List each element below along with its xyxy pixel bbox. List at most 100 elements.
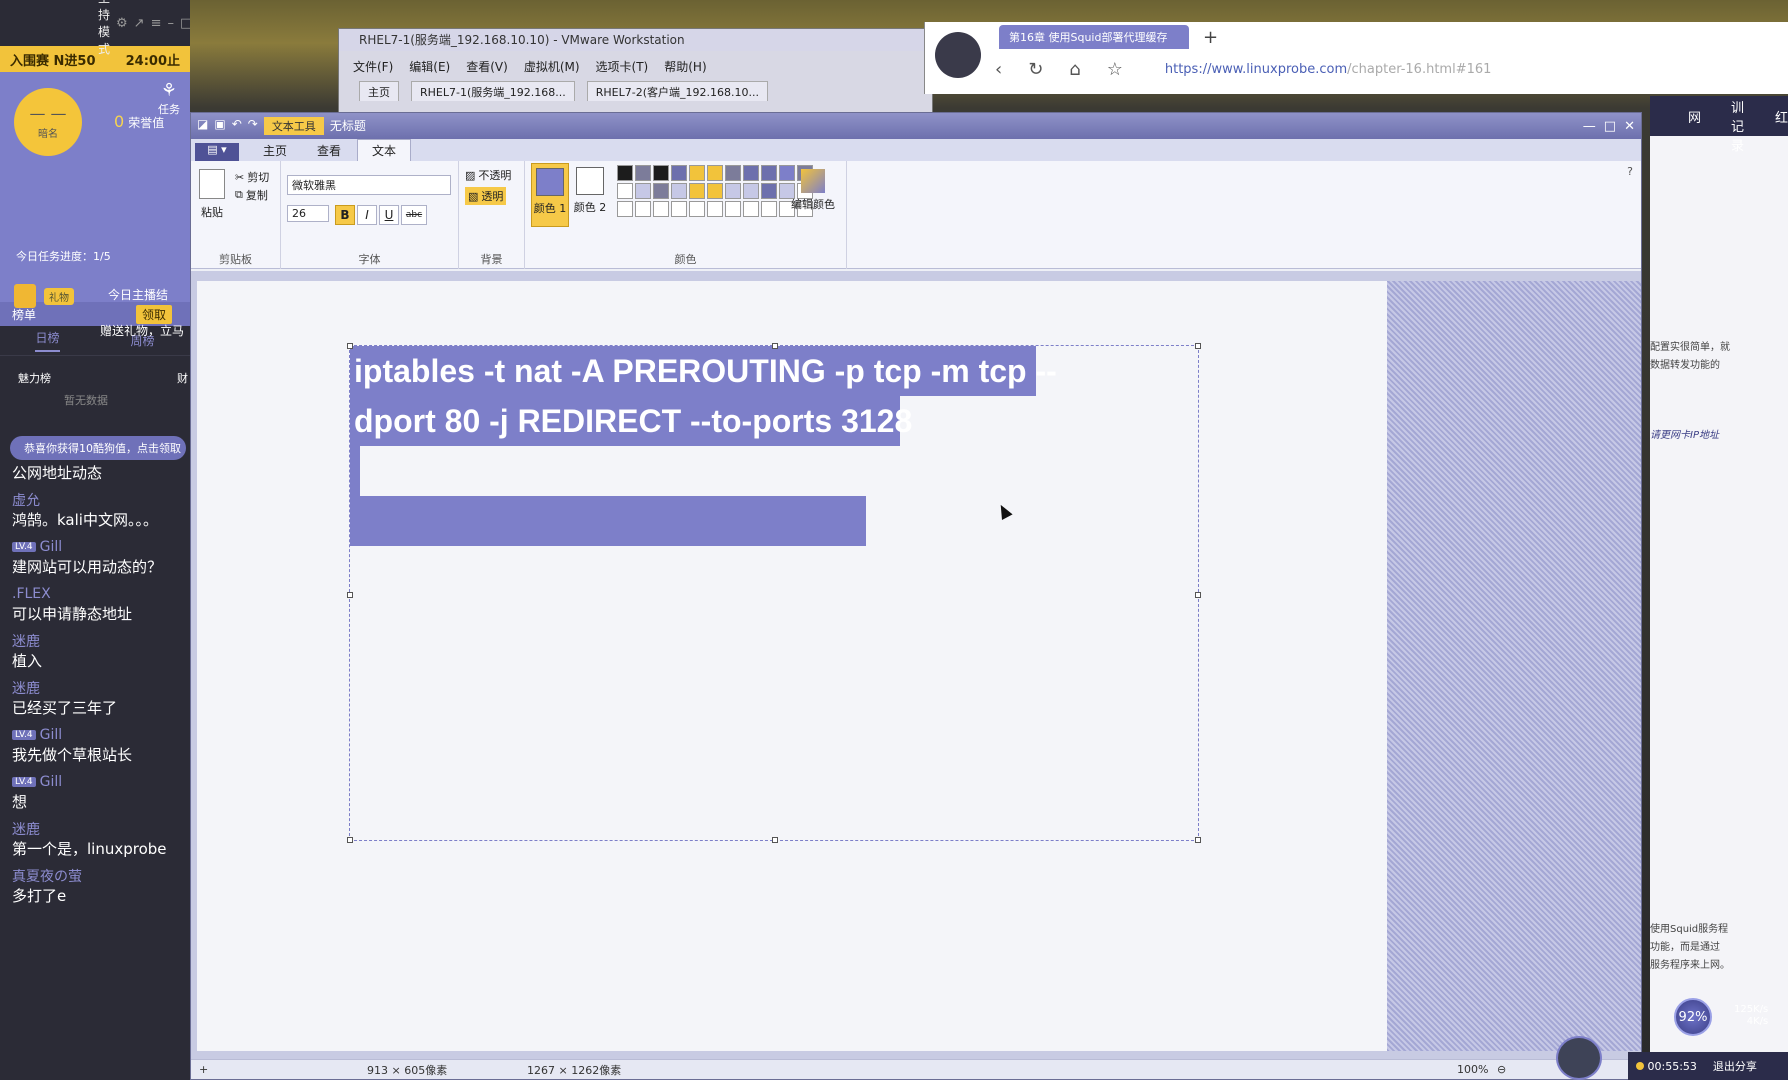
palette-swatch[interactable] <box>653 183 669 199</box>
resize-handle[interactable] <box>1195 343 1201 349</box>
task-button[interactable]: ⚘ 任务 <box>158 80 180 117</box>
resize-handle[interactable] <box>347 343 353 349</box>
site-nav-item[interactable]: 网 <box>1688 107 1701 126</box>
charm-title[interactable]: 魅力榜 <box>18 370 51 386</box>
home-icon[interactable]: ⌂ <box>1069 59 1080 80</box>
resize-handle[interactable] <box>347 592 353 598</box>
avatar[interactable]: — — 暗名 <box>14 88 82 156</box>
vmware-tab-server[interactable]: RHEL7-1(服务端_192.168... <box>411 81 575 101</box>
paint-window[interactable]: ◪ ▣ ↶ ↷ 文本工具 无标题 — □ ✕ ▤ ▾ 主页 查看 文本 粘贴 ✂… <box>190 112 1642 1080</box>
chat-username[interactable]: 真夏夜の萤 <box>12 867 180 885</box>
strikethrough-button[interactable]: abc <box>401 205 427 225</box>
maximize-icon[interactable]: □ <box>1604 119 1616 134</box>
resize-handle[interactable] <box>772 343 778 349</box>
text-line-1[interactable]: iptables -t nat -A PREROUTING -p tcp -m … <box>350 346 1057 396</box>
reload-icon[interactable]: ↻ <box>1028 59 1043 80</box>
palette-swatch[interactable] <box>635 165 651 181</box>
settings-icon[interactable]: ⚙ <box>116 16 128 31</box>
vmware-menu-edit[interactable]: 编辑(E) <box>409 58 450 75</box>
palette-swatch-empty[interactable] <box>725 201 741 217</box>
palette-swatch[interactable] <box>617 183 633 199</box>
vmware-menu-tabs[interactable]: 选项卡(T) <box>596 58 649 75</box>
palette-swatch[interactable] <box>671 183 687 199</box>
color1-button[interactable]: 颜色 1 <box>531 163 569 227</box>
palette-swatch[interactable] <box>725 183 741 199</box>
tab-daily[interactable]: 日榜 <box>35 329 60 352</box>
chat-username[interactable]: LV.4 Gill <box>12 726 180 744</box>
palette-swatch[interactable] <box>707 165 723 181</box>
palette-swatch-empty[interactable] <box>635 201 651 217</box>
palette-swatch-empty[interactable] <box>689 201 705 217</box>
cut-button[interactable]: ✂ 剪切 <box>235 169 269 185</box>
browser-tab-active[interactable]: 第16章 使用Squid部署代理缓存 <box>999 25 1189 49</box>
palette-swatch[interactable] <box>761 183 777 199</box>
text-box[interactable]: iptables -t nat -A PREROUTING -p tcp -m … <box>347 343 1201 843</box>
copy-button[interactable]: ⧉ 复制 <box>235 187 268 203</box>
minimize-icon[interactable]: – <box>167 16 174 31</box>
chat-username[interactable]: LV.4 Gill <box>12 773 180 791</box>
chat-username[interactable]: 迷鹿 <box>12 679 180 697</box>
maximize-icon[interactable]: □ <box>180 16 190 31</box>
paint-file-menu[interactable]: ▤ ▾ <box>195 143 239 161</box>
italic-button[interactable]: I <box>357 205 377 225</box>
wealth-title[interactable]: 财 <box>177 370 188 386</box>
vmware-menu-vm[interactable]: 虚拟机(M) <box>524 58 580 75</box>
help-icon[interactable]: ? <box>1627 165 1633 178</box>
paste-button[interactable]: 粘贴 <box>199 169 225 220</box>
tab-view[interactable]: 查看 <box>303 140 355 161</box>
back-icon[interactable]: ‹ <box>995 59 1002 80</box>
tab-text[interactable]: 文本 <box>357 139 412 161</box>
text-line-2[interactable]: dport 80 -j REDIRECT --to-ports 3128 <box>350 396 912 446</box>
color2-button[interactable]: 颜色 2 <box>571 163 609 227</box>
redo-icon[interactable]: ↷ <box>248 117 258 135</box>
menu-icon[interactable]: ≡ <box>151 16 162 31</box>
vmware-menu-view[interactable]: 查看(V) <box>466 58 508 75</box>
resize-handle[interactable] <box>772 837 778 843</box>
font-family-select[interactable]: 微软雅黑 <box>287 175 451 195</box>
gift-tag[interactable]: 礼物 <box>44 287 74 305</box>
palette-swatch[interactable] <box>707 183 723 199</box>
undo-icon[interactable]: ↶ <box>232 117 242 135</box>
resize-handle[interactable] <box>1195 837 1201 843</box>
chat-username[interactable]: .FLEX <box>12 585 180 603</box>
chat-username[interactable]: LV.4 Gill <box>12 538 180 556</box>
rank-banner[interactable]: 入围赛 N进50 24:00止 <box>0 46 190 72</box>
opaque-button[interactable]: ▨ 不透明 <box>465 167 511 183</box>
edit-colors-button[interactable]: 编辑颜色 <box>787 169 839 212</box>
vmware-menu-help[interactable]: 帮助(H) <box>664 58 706 75</box>
leaderboard-label[interactable]: 榜单 <box>12 306 36 323</box>
palette-swatch[interactable] <box>635 183 651 199</box>
exit-share-button[interactable]: 退出分享 <box>1713 1058 1757 1074</box>
site-nav-training[interactable]: 培训记录 <box>1731 96 1745 154</box>
palette-swatch-empty[interactable] <box>617 201 633 217</box>
minimize-icon[interactable]: — <box>1583 119 1596 134</box>
palette-swatch[interactable] <box>653 165 669 181</box>
canvas-area[interactable]: iptables -t nat -A PREROUTING -p tcp -m … <box>191 271 1641 1061</box>
palette-swatch[interactable] <box>671 165 687 181</box>
canvas[interactable]: iptables -t nat -A PREROUTING -p tcp -m … <box>197 281 1387 1051</box>
browser-profile-avatar[interactable] <box>935 32 981 78</box>
site-nav-item[interactable]: 红 <box>1775 107 1788 126</box>
palette-swatch[interactable] <box>689 183 705 199</box>
chat-username[interactable]: 虚允 <box>12 491 180 509</box>
palette-swatch[interactable] <box>689 165 705 181</box>
underline-button[interactable]: U <box>379 205 399 225</box>
transparent-button[interactable]: ▧ 透明 <box>465 187 507 205</box>
vmware-window[interactable]: RHEL7-1(服务端_192.168.10.10) - VMware Work… <box>338 28 933 118</box>
font-size-select[interactable]: 26 <box>287 205 329 222</box>
save-icon[interactable]: ▣ <box>214 117 225 135</box>
browser-window[interactable]: 第16章 使用Squid部署代理缓存 + ‹ ↻ ⌂ ☆ https://www… <box>924 22 1788 94</box>
palette-swatch-empty[interactable] <box>707 201 723 217</box>
palette-swatch-empty[interactable] <box>743 201 759 217</box>
palette-swatch[interactable] <box>761 165 777 181</box>
claim-button[interactable]: 领取 <box>135 304 172 324</box>
palette-swatch-empty[interactable] <box>671 201 687 217</box>
zoom-out-icon[interactable]: ⊖ <box>1497 1063 1506 1076</box>
new-tab-button[interactable]: + <box>1203 27 1218 48</box>
palette-swatch[interactable] <box>743 183 759 199</box>
close-icon[interactable]: ✕ <box>1624 119 1635 134</box>
network-speed-ball[interactable]: 92% <box>1674 998 1712 1036</box>
chat-username[interactable]: 迷鹿 <box>12 820 180 838</box>
tab-home[interactable]: 主页 <box>249 140 301 161</box>
bookmark-star-icon[interactable]: ☆ <box>1107 59 1123 80</box>
